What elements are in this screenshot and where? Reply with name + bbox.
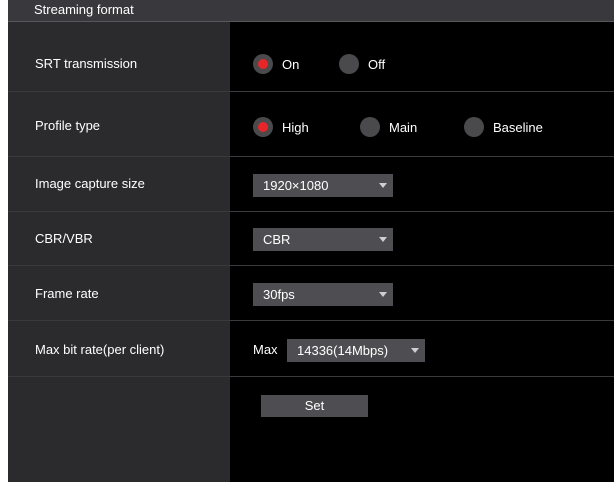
radio-selected-icon bbox=[253, 117, 273, 137]
chevron-down-icon bbox=[379, 237, 387, 242]
image-capture-size-value: 1920×1080 bbox=[263, 178, 329, 193]
row-divider bbox=[8, 91, 614, 92]
image-capture-size-label: Image capture size bbox=[35, 176, 145, 191]
max-bit-rate-prefix: Max bbox=[253, 342, 278, 357]
cbr-vbr-label: CBR/VBR bbox=[35, 231, 93, 246]
row-divider bbox=[8, 265, 614, 266]
profile-baseline-label: Baseline bbox=[493, 119, 543, 135]
frame-rate-select[interactable]: 30fps bbox=[253, 283, 393, 306]
profile-high-label: High bbox=[282, 119, 309, 135]
section-title: Streaming format bbox=[34, 2, 134, 17]
row-divider bbox=[8, 320, 614, 321]
set-button[interactable]: Set bbox=[261, 395, 368, 417]
frame-rate-value: 30fps bbox=[263, 287, 295, 302]
srt-on-label: On bbox=[282, 56, 300, 72]
srt-on-radio[interactable]: On bbox=[253, 54, 299, 74]
srt-off-radio[interactable]: Off bbox=[339, 54, 385, 74]
radio-unselected-icon bbox=[339, 54, 359, 74]
chevron-down-icon bbox=[379, 292, 387, 297]
frame-rate-label: Frame rate bbox=[35, 286, 99, 301]
max-bit-rate-label: Max bit rate(per client) bbox=[35, 342, 165, 357]
radio-unselected-icon bbox=[464, 117, 484, 137]
row-divider bbox=[8, 156, 614, 157]
profile-high-radio[interactable]: High bbox=[253, 117, 309, 137]
max-bit-rate-value: 14336(14Mbps) bbox=[297, 343, 389, 358]
cbr-vbr-select[interactable]: CBR bbox=[253, 228, 393, 251]
row-divider bbox=[8, 376, 614, 377]
profile-main-radio[interactable]: Main bbox=[360, 117, 417, 137]
profile-type-label: Profile type bbox=[35, 118, 101, 133]
srt-transmission-label: SRT transmission bbox=[35, 56, 138, 71]
radio-selected-icon bbox=[253, 54, 273, 74]
streaming-format-panel: Streaming format SRT transmission On Off… bbox=[8, 0, 614, 482]
chevron-down-icon bbox=[411, 348, 419, 353]
srt-off-label: Off bbox=[368, 56, 386, 72]
profile-main-label: Main bbox=[389, 119, 418, 135]
section-header: Streaming format bbox=[8, 0, 614, 22]
row-divider bbox=[8, 211, 614, 212]
profile-baseline-radio[interactable]: Baseline bbox=[464, 117, 543, 137]
max-bit-rate-select[interactable]: 14336(14Mbps) bbox=[287, 339, 425, 362]
image-capture-size-select[interactable]: 1920×1080 bbox=[253, 174, 393, 197]
cbr-vbr-value: CBR bbox=[263, 232, 291, 247]
chevron-down-icon bbox=[379, 183, 387, 188]
radio-unselected-icon bbox=[360, 117, 380, 137]
